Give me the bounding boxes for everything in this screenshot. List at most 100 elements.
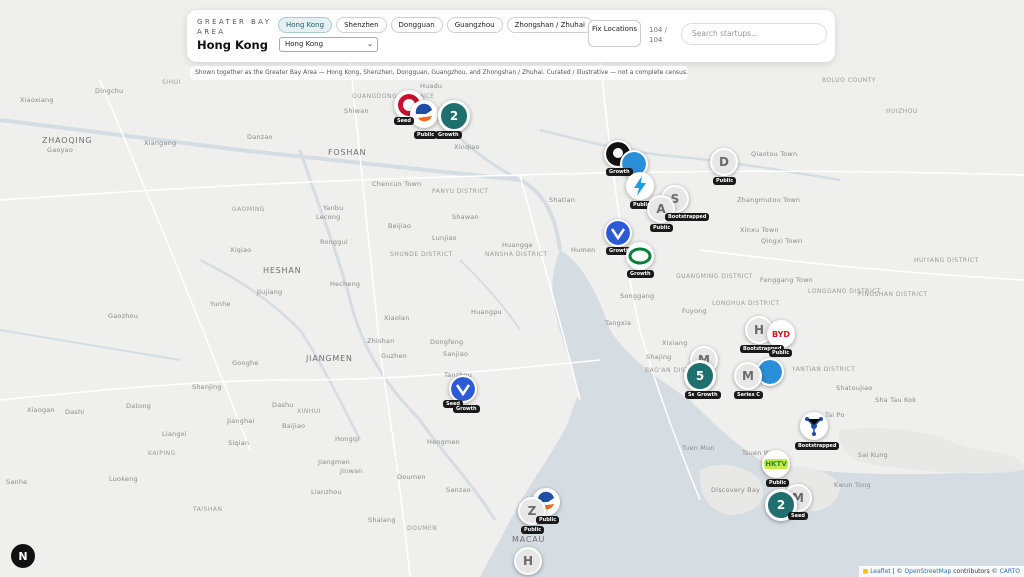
startup-marker[interactable]	[626, 242, 654, 270]
chevron-down-icon: ⌄	[367, 40, 373, 48]
tab-dongguan[interactable]: Dongguan	[390, 17, 443, 33]
place-label: Lianzhou	[311, 488, 342, 496]
startup-marker[interactable]	[800, 412, 828, 440]
place-label: Huangpu	[471, 308, 502, 316]
osm-link[interactable]: OpenStreetMap	[904, 568, 951, 575]
place-label: Xinxu Town	[740, 226, 779, 234]
startup-marker[interactable]: H	[514, 547, 542, 575]
status-tag: Bootstrapped	[665, 213, 710, 221]
place-label: Tangxia	[605, 319, 632, 327]
startup-count: 104 / 104	[649, 26, 667, 44]
place-label: Jinwan	[340, 467, 363, 475]
cluster-marker[interactable]: 5	[684, 360, 716, 392]
status-tag: Public	[766, 479, 790, 487]
place-label: Luokeng	[109, 475, 138, 483]
place-label: HESHAN	[263, 266, 302, 275]
place-label: Dashi	[65, 408, 85, 416]
region-title: Hong Kong	[197, 38, 268, 52]
tab-guangzhou[interactable]: Guangzhou	[446, 17, 503, 33]
startup-marker[interactable]: M	[734, 362, 762, 390]
place-label: Lunjiao	[432, 234, 457, 242]
leaflet-link[interactable]: Leaflet	[870, 568, 890, 575]
place-label: Xiaogan	[27, 406, 55, 414]
map-attribution: ■ Leaflet | © OpenStreetMap contributors…	[858, 566, 1024, 577]
startup-marker[interactable]	[604, 219, 632, 247]
fix-locations-button[interactable]: Fix Locations	[588, 20, 641, 47]
place-label: Siqian	[228, 439, 250, 447]
place-label: Hecheng	[330, 280, 361, 288]
place-label: ZHAOQING	[42, 136, 93, 145]
map[interactable]: FOSHAN JIANGMEN MACAU ZHAOQING HESHAN PA…	[0, 0, 1024, 577]
place-label: Shatoujiao	[836, 384, 873, 392]
place-label: Gaozhou	[108, 312, 139, 320]
place-label: Doumen	[397, 473, 426, 481]
place-label: Shalang	[368, 516, 396, 524]
startup-marker[interactable]	[449, 375, 477, 403]
startup-marker[interactable]: HKTV	[762, 450, 790, 478]
startup-marker[interactable]	[410, 100, 438, 128]
byd-logo: BYD	[771, 329, 791, 339]
lightning-icon	[634, 176, 646, 196]
place-label: Jiangmen	[318, 458, 351, 466]
place-label: SIHUI	[162, 79, 181, 86]
place-label: PINGSHAN DISTRICT	[858, 291, 928, 298]
place-label: Jiujiang	[257, 288, 283, 296]
place-label: Qiaotou Town	[751, 150, 798, 158]
startup-logo-icon	[628, 247, 652, 265]
place-label: LONGHUA DISTRICT	[712, 300, 780, 307]
status-tag: Series C	[734, 391, 763, 399]
status-tag: Public	[414, 131, 438, 139]
place-label: Huadu	[420, 82, 443, 90]
city-tabs: Hong Kong Shenzhen Dongguan Guangzhou Zh…	[278, 17, 593, 33]
place-label: Huangge	[502, 241, 533, 249]
place-label: PANYU DISTRICT	[432, 188, 489, 195]
place-label: Xinqiao	[454, 143, 480, 151]
place-label: Xiaolan	[384, 314, 410, 322]
place-label: Tuen Mun	[682, 444, 715, 452]
hktv-logo: HKTV	[764, 459, 788, 469]
tab-hong-kong[interactable]: Hong Kong	[278, 17, 333, 33]
tab-shenzhen[interactable]: Shenzhen	[336, 17, 387, 33]
app-logo[interactable]: N	[11, 544, 35, 568]
city-select-value: Hong Kong	[285, 40, 324, 48]
place-label: Liangxi	[162, 430, 187, 438]
status-tag: Public	[521, 526, 545, 534]
startup-logo-icon	[415, 103, 432, 122]
place-label: Kwun Tong	[834, 481, 871, 489]
status-tag: Growth	[453, 405, 480, 413]
place-label: Baijiao	[282, 422, 306, 430]
status-tag: Growth	[694, 391, 721, 399]
place-label: FOSHAN	[328, 148, 367, 157]
status-tag: Public	[536, 516, 560, 524]
place-label: Sanhe	[6, 478, 28, 486]
place-label: BOLUO COUNTY	[822, 77, 876, 84]
place-label: Xixiang	[662, 339, 688, 347]
place-label: Gonghe	[232, 359, 259, 367]
place-label: XINHUI	[297, 408, 322, 415]
place-label: Songgang	[620, 292, 655, 300]
startup-marker[interactable]: BYD	[767, 320, 795, 348]
place-label: Qingxi Town	[761, 237, 803, 245]
status-tag: Growth	[627, 270, 654, 278]
place-label: Ronggui	[320, 238, 348, 246]
place-label: Datong	[126, 402, 151, 410]
tab-zhongshan-zhuhai[interactable]: Zhongshan / Zhuhai	[506, 17, 593, 33]
place-label: Gaoyao	[47, 146, 74, 154]
city-select[interactable]: Hong Kong ⌄	[279, 37, 378, 52]
status-tag: Growth	[606, 168, 633, 176]
cluster-marker[interactable]: 2	[438, 100, 470, 132]
place-label: Humen	[571, 246, 596, 254]
place-label: Xiqiao	[230, 246, 252, 254]
search-input[interactable]: Search startups...	[681, 23, 827, 45]
place-label: Shawan	[452, 213, 479, 221]
place-label: MACAU	[512, 535, 546, 544]
place-label: YANTIAN DISTRICT	[792, 366, 856, 373]
carto-link[interactable]: CARTO	[1000, 568, 1020, 575]
startup-marker[interactable]	[626, 172, 654, 200]
place-label: Fenggang Town	[760, 276, 813, 284]
place-label: Sanjiao	[443, 350, 469, 358]
startup-marker[interactable]: D	[710, 148, 738, 176]
status-tag: Bootstrapped	[795, 442, 840, 450]
place-label: Danzao	[247, 133, 273, 141]
place-label: DOUMEN	[407, 525, 438, 532]
